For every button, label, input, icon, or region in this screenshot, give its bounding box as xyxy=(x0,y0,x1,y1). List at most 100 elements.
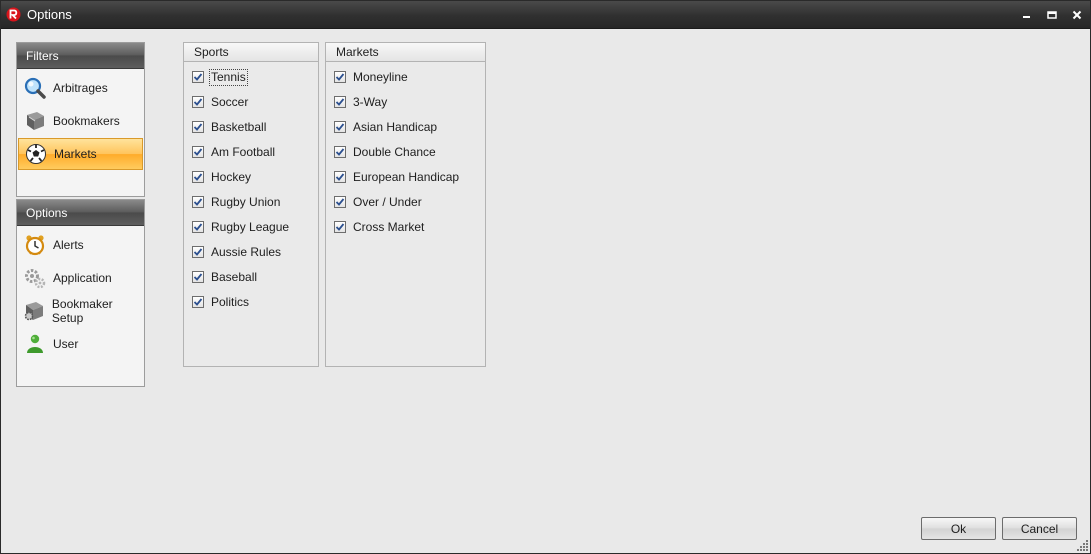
alarm-clock-icon xyxy=(23,233,47,257)
nav-item-label: Arbitrages xyxy=(53,81,108,95)
checkbox[interactable] xyxy=(334,221,346,233)
checkbox-label: Am Football xyxy=(211,144,276,159)
checkbox-label: Politics xyxy=(211,294,250,309)
checkmark-icon xyxy=(335,98,345,106)
checkbox-label: Hockey xyxy=(211,169,252,184)
checkbox-label: Soccer xyxy=(211,94,249,109)
ok-button[interactable]: Ok xyxy=(921,517,996,540)
maximize-icon xyxy=(1047,11,1057,19)
checkbox-row[interactable]: Hockey xyxy=(192,168,252,186)
checkbox[interactable] xyxy=(192,171,204,183)
app-logo-icon xyxy=(6,7,21,22)
nav-item-user[interactable]: User xyxy=(18,328,143,360)
checkmark-icon xyxy=(193,73,203,81)
checkbox-label: European Handicap xyxy=(353,169,460,184)
nav-item-label: Application xyxy=(53,271,112,285)
checkbox-row[interactable]: 3-Way xyxy=(334,93,388,111)
minimize-button[interactable] xyxy=(1017,6,1037,24)
window-title: Options xyxy=(27,7,72,22)
checkmark-icon xyxy=(335,173,345,181)
nav-item-application[interactable]: Application xyxy=(18,262,143,294)
checkmark-icon xyxy=(335,123,345,131)
nav-item-alerts[interactable]: Alerts xyxy=(18,229,143,261)
checkmark-icon xyxy=(335,223,345,231)
checkbox-row[interactable]: Moneyline xyxy=(334,68,409,86)
checkmark-icon xyxy=(193,223,203,231)
checkbox[interactable] xyxy=(192,221,204,233)
checkbox-row[interactable]: Cross Market xyxy=(334,218,425,236)
checkbox-row[interactable]: Rugby Union xyxy=(192,193,281,211)
checkbox[interactable] xyxy=(192,121,204,133)
close-icon xyxy=(1072,10,1082,20)
checkbox-label: Aussie Rules xyxy=(211,244,282,259)
checkbox-row[interactable]: Tennis xyxy=(192,68,248,86)
checkbox-row[interactable]: Politics xyxy=(192,293,250,311)
checkbox[interactable] xyxy=(192,271,204,283)
checkbox-label: Asian Handicap xyxy=(353,119,438,134)
checkmark-icon xyxy=(193,98,203,106)
checkbox-row[interactable]: Basketball xyxy=(192,118,267,136)
checkbox[interactable] xyxy=(334,121,346,133)
checkbox[interactable] xyxy=(334,71,346,83)
checkmark-icon xyxy=(193,173,203,181)
options-window: Options Filters Arbitrages Bookmakers Ma… xyxy=(0,0,1091,554)
checkmark-icon xyxy=(335,73,345,81)
checkmark-icon xyxy=(335,198,345,206)
checkbox[interactable] xyxy=(192,96,204,108)
sports-list: Sports Tennis Soccer Basketball Am Football… xyxy=(183,42,319,367)
nav-item-markets[interactable]: Markets xyxy=(18,138,143,170)
checkbox-row[interactable]: Aussie Rules xyxy=(192,243,282,261)
magnifier-icon xyxy=(23,76,47,100)
soccer-ball-icon xyxy=(24,142,48,166)
book-icon xyxy=(23,109,47,133)
checkbox-label: Double Chance xyxy=(353,144,436,159)
checkbox-row[interactable]: Rugby League xyxy=(192,218,290,236)
title-bar[interactable]: Options xyxy=(1,1,1090,29)
checkbox[interactable] xyxy=(192,246,204,258)
markets-list-header: Markets xyxy=(326,43,485,62)
maximize-button[interactable] xyxy=(1042,6,1062,24)
checkbox[interactable] xyxy=(334,146,346,158)
checkbox-label: Moneyline xyxy=(353,69,408,84)
nav-item-bookmakers[interactable]: Bookmakers xyxy=(18,105,143,137)
checkbox-label: 3-Way xyxy=(353,94,388,109)
checkbox-row[interactable]: Over / Under xyxy=(334,193,423,211)
checkbox[interactable] xyxy=(334,96,346,108)
sports-list-header: Sports xyxy=(184,43,318,62)
checkbox-row[interactable]: Soccer xyxy=(192,93,249,111)
checkbox-row[interactable]: Am Football xyxy=(192,143,276,161)
checkbox[interactable] xyxy=(192,196,204,208)
nav-item-arbitrages[interactable]: Arbitrages xyxy=(18,72,143,104)
checkbox[interactable] xyxy=(192,296,204,308)
checkmark-icon xyxy=(193,273,203,281)
user-icon xyxy=(23,332,47,356)
checkbox[interactable] xyxy=(192,71,204,83)
nav-item-label: Bookmaker Setup xyxy=(51,297,113,325)
checkbox-label: Cross Market xyxy=(353,219,425,234)
resize-grip-icon[interactable] xyxy=(1077,539,1089,551)
checkbox-row[interactable]: Asian Handicap xyxy=(334,118,438,136)
checkmark-icon xyxy=(193,248,203,256)
checkbox[interactable] xyxy=(334,196,346,208)
checkbox-label: Rugby Union xyxy=(211,194,281,209)
cancel-button[interactable]: Cancel xyxy=(1002,517,1077,540)
options-header: Options xyxy=(17,200,144,226)
nav-item-label: User xyxy=(53,337,79,351)
markets-list: Markets Moneyline 3-Way Asian Handicap Doub… xyxy=(325,42,486,367)
filters-group: Filters Arbitrages Bookmakers Markets xyxy=(16,42,145,197)
checkbox-label: Tennis xyxy=(209,68,248,86)
checkbox-row[interactable]: European Handicap xyxy=(334,168,460,186)
filters-header: Filters xyxy=(17,43,144,69)
checkbox-label: Rugby League xyxy=(211,219,290,234)
checkbox-row[interactable]: Baseball xyxy=(192,268,258,286)
checkbox[interactable] xyxy=(192,146,204,158)
minimize-icon xyxy=(1023,16,1030,18)
book-gear-icon xyxy=(23,299,46,323)
checkbox-label: Baseball xyxy=(211,269,258,284)
nav-item-label: Alerts xyxy=(53,238,84,252)
checkbox[interactable] xyxy=(334,171,346,183)
checkmark-icon xyxy=(335,148,345,156)
checkbox-row[interactable]: Double Chance xyxy=(334,143,437,161)
close-button[interactable] xyxy=(1067,6,1087,24)
nav-item-bookmaker-setup[interactable]: Bookmaker Setup xyxy=(18,295,143,327)
